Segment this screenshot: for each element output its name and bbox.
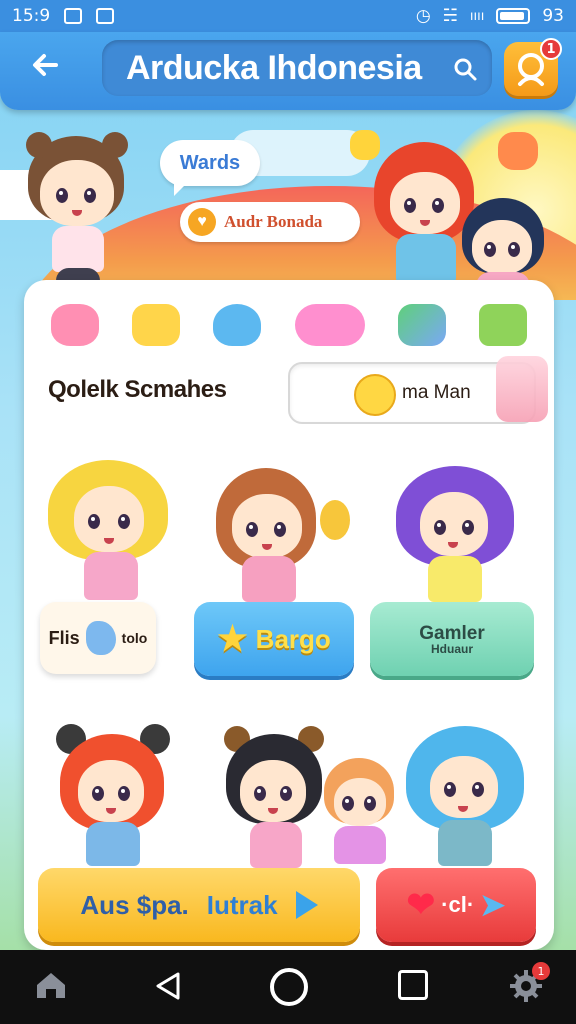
flower-sticker-icon [498,132,538,170]
page-title: Arducka Ihdonesia [126,48,422,87]
banner-text: Audr Bonada [224,212,323,231]
back-button[interactable] [24,48,66,90]
bargo-label: Bargo [255,623,331,654]
signal-icon: ıııı [469,8,485,24]
settings-badge: 1 [532,962,550,980]
gem-sticker-icon[interactable] [397,304,446,346]
heart-icon: ❤ [406,886,436,924]
battery-icon [496,8,531,24]
character-boy [22,130,132,290]
flis-button[interactable]: Flis tolo [40,602,156,674]
section-title: Qolelk Scmahes [48,376,227,403]
like-button[interactable]: ❤ ·cl· ➤ [376,868,536,942]
gamler-sublabel: Hduaur [431,641,473,656]
search-value: ma Man [402,382,471,403]
title-box[interactable]: Arducka Ihdonesia [102,40,492,96]
character-catear-girl[interactable] [54,720,174,870]
wifi-icon: ☵ [442,6,458,26]
tolo-label: tolo [121,630,148,646]
system-nav-bar: 1 [0,950,576,1024]
star-icon: ★ [217,620,248,658]
flis-label: Flis [48,627,80,648]
alarm-icon: ◷ [415,6,431,26]
sticker-row [24,290,554,360]
cookie-icon [320,500,350,540]
bottle-decoration-icon [496,356,548,422]
arrow-left-icon [33,54,58,76]
nav-back-icon[interactable] [150,968,186,1004]
forward-arrow-icon: ➤ [480,888,506,922]
gamler-label: Gamler [419,622,485,644]
battery-level: 93 [542,6,564,26]
character-orangehair-kid[interactable] [320,756,400,866]
speech-bubble: Wards [160,140,260,196]
like-label: ·cl· [441,892,475,917]
notification-icon [64,8,83,24]
character-search-field[interactable]: ma Man [288,356,548,424]
yellow-smile-sticker-icon[interactable] [131,304,180,346]
gamler-button[interactable]: Gamler Hduaur [370,602,534,676]
green-bag-sticker-icon[interactable] [479,304,528,346]
notification-badge: 1 [540,38,562,60]
blue-blob-sticker-icon[interactable] [213,304,262,346]
pink-cloud-sticker-icon[interactable] [294,304,365,346]
main-card: Qolelk Scmahes ma Man Flis tolo ★ Bargo … [24,280,554,950]
character-blonde-girl[interactable] [44,456,174,606]
status-bar: 15:9 ◷ ☵ ıııı 93 [0,0,576,32]
search-icon[interactable] [452,56,478,82]
aus-spa-button[interactable]: Aus $pa. Iutrak [38,868,360,942]
nav-recents-button[interactable] [398,970,428,1000]
character-brownhair-girl[interactable] [208,460,358,610]
storage-icon [96,8,115,24]
nav-home-button[interactable] [270,968,308,1006]
blue-drop-icon [85,621,116,655]
hero-banner: Wards ♥ Audr Bonada [0,110,576,300]
heart-icon: ♥ [188,208,216,236]
play-icon [295,891,318,919]
hero-banner-label[interactable]: ♥ Audr Bonada [180,202,360,242]
character-bluehair-girl[interactable] [400,720,530,870]
aus-spa-label: Aus $pa. [80,889,189,920]
home-icon[interactable] [34,970,68,1000]
bargo-button[interactable]: ★ Bargo [194,602,354,676]
pink-star-sticker-icon[interactable] [50,304,99,346]
character-bun-girl[interactable] [214,726,334,871]
iutrak-label: Iutrak [206,889,278,920]
character-purplehair-girl[interactable] [390,460,520,610]
app-header: Arducka Ihdonesia 1 [0,32,576,110]
status-time: 15:9 [12,6,51,26]
smiley-icon [354,374,396,416]
